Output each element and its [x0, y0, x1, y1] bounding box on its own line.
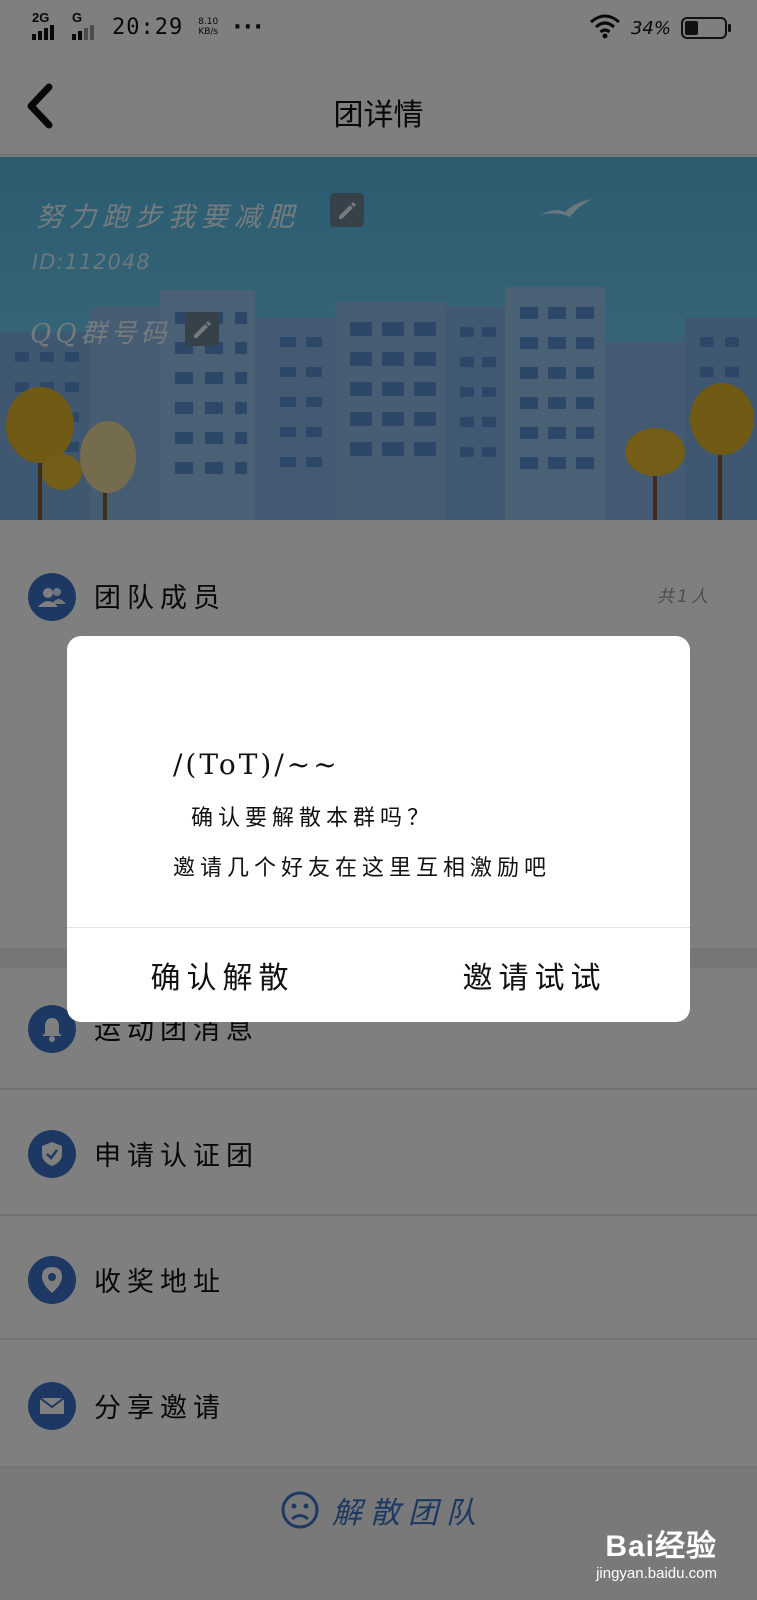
- invite-try-button[interactable]: 邀请试试: [379, 928, 690, 1022]
- disband-confirm-dialog: /(ToT)/~~ 确认要解散本群吗？ 邀请几个好友在这里互相激励吧 确认解散 …: [67, 636, 690, 1022]
- watermark-url: jingyan.baidu.com: [596, 1565, 717, 1582]
- dialog-emoticon: /(ToT)/~~: [173, 748, 340, 781]
- baidu-jingyan-watermark: Bai经验 jingyan.baidu.com: [596, 1521, 717, 1582]
- dialog-message-line1: 确认要解散本群吗？: [191, 806, 435, 831]
- confirm-disband-button[interactable]: 确认解散: [67, 928, 378, 1022]
- dialog-message-line2: 邀请几个好友在这里互相激励吧: [173, 856, 552, 881]
- watermark-logo: Bai经验: [605, 1530, 717, 1563]
